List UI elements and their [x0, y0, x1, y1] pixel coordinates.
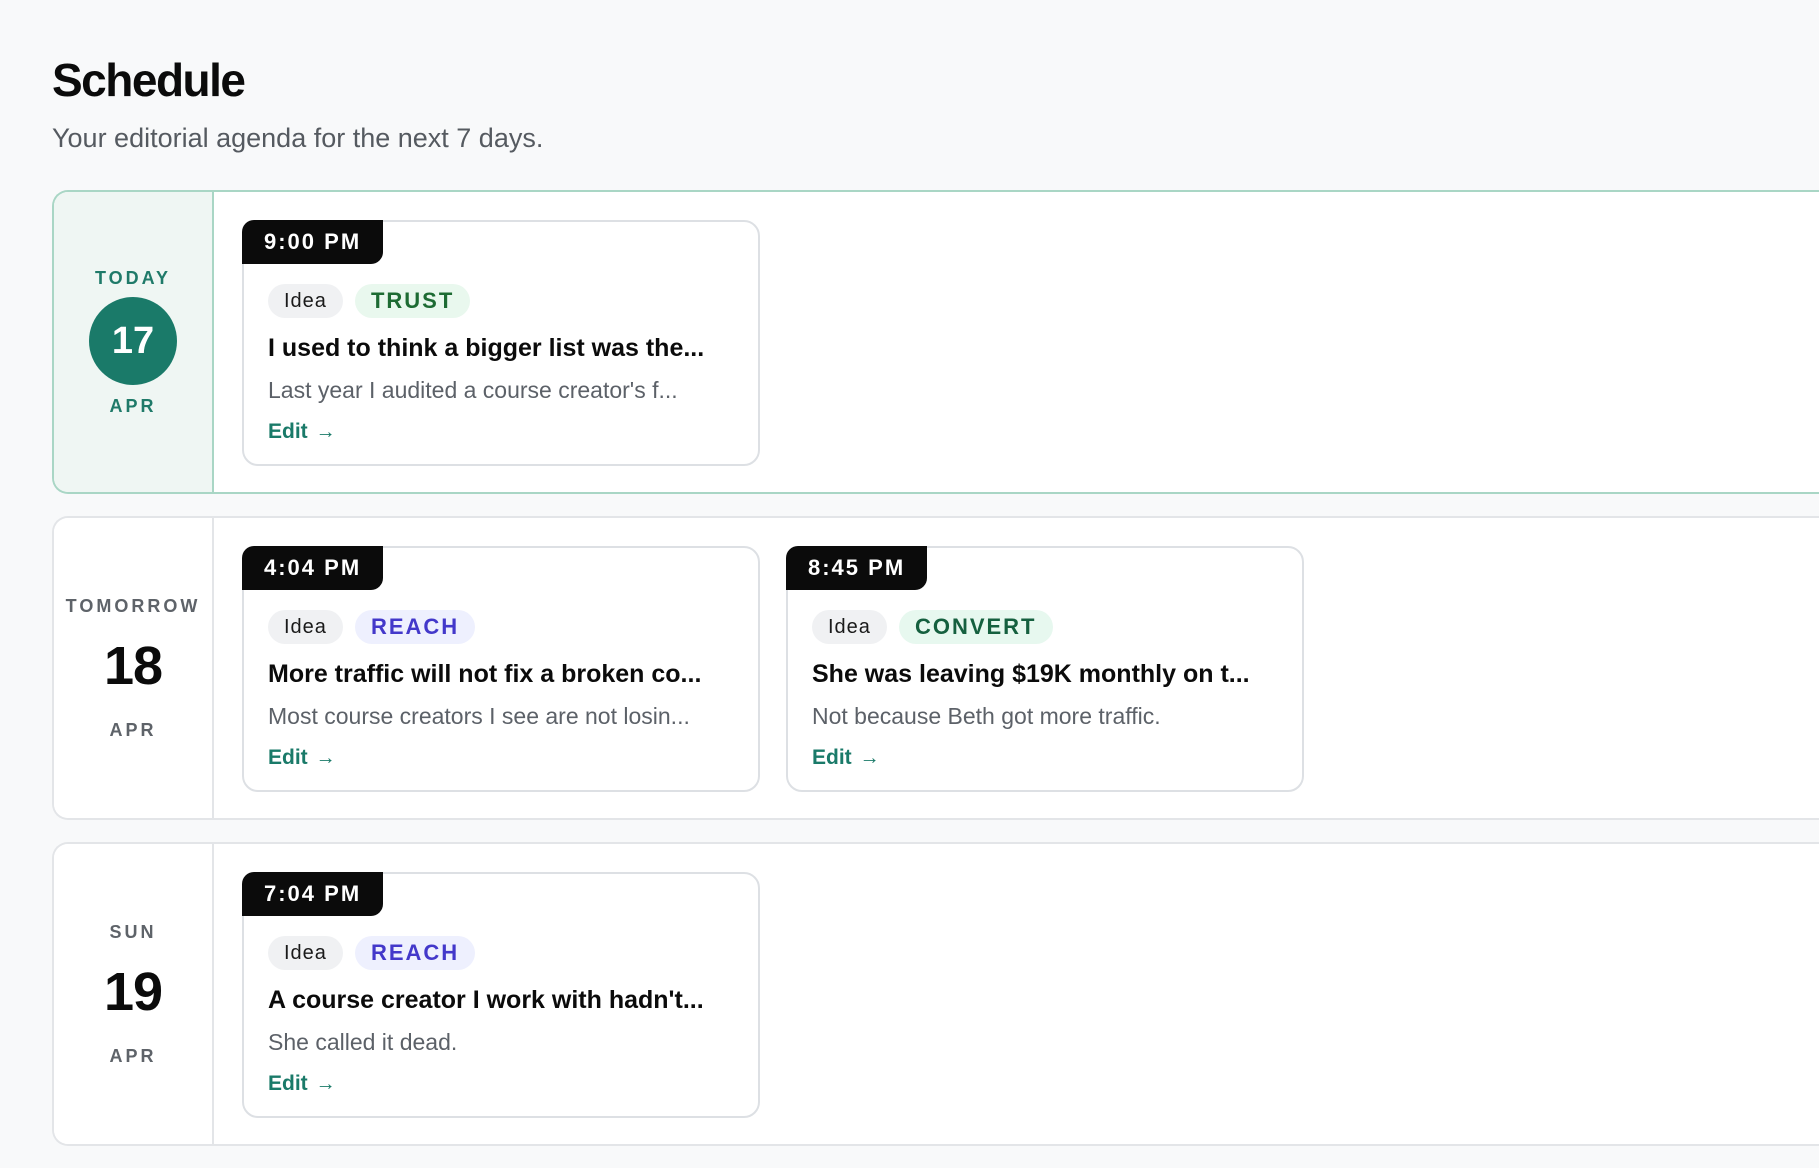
- tag-row: Idea REACH: [268, 610, 476, 644]
- date-label: TODAY: [94, 268, 172, 288]
- edit-link[interactable]: Edit →: [268, 418, 336, 446]
- day-row-sun: SUN 19 APR 7:04 PM Idea REACH A course c…: [52, 842, 1819, 1146]
- type-tag: Idea: [268, 936, 343, 970]
- today-date-badge: 17: [89, 297, 177, 385]
- type-tag: Idea: [268, 610, 343, 644]
- schedule-card[interactable]: 7:04 PM Idea REACH A course creator I wo…: [242, 872, 760, 1118]
- day-items: 7:04 PM Idea REACH A course creator I wo…: [214, 844, 760, 1144]
- time-badge: 4:04 PM: [242, 546, 384, 590]
- date-column: TOMORROW 18 APR: [54, 518, 214, 818]
- type-tag: Idea: [268, 284, 343, 318]
- schedule-card[interactable]: 9:00 PM Idea TRUST I used to think a big…: [242, 220, 760, 466]
- edit-label: Edit: [268, 420, 308, 443]
- page-title: Schedule: [52, 54, 246, 106]
- card-excerpt: Not because Beth got more traffic.: [812, 703, 1161, 729]
- schedule-card[interactable]: 4:04 PM Idea REACH More traffic will not…: [242, 546, 760, 792]
- card-title: More traffic will not fix a broken co...: [268, 660, 702, 688]
- card-title: I used to think a bigger list was the...: [268, 334, 705, 362]
- day-list: TODAY 17 APR 9:00 PM Idea TRUST I used t…: [52, 190, 1819, 1168]
- date-month: APR: [109, 1046, 157, 1066]
- time-badge: 7:04 PM: [242, 872, 384, 916]
- page-subtitle: Your editorial agenda for the next 7 day…: [52, 123, 544, 153]
- day-items: 9:00 PM Idea TRUST I used to think a big…: [214, 192, 760, 492]
- edit-link[interactable]: Edit →: [268, 744, 336, 772]
- date-column: TODAY 17 APR: [54, 192, 214, 492]
- day-items: 4:04 PM Idea REACH More traffic will not…: [214, 518, 1304, 818]
- category-tag-reach: REACH: [354, 610, 476, 644]
- time-badge: 9:00 PM: [242, 220, 384, 264]
- edit-link[interactable]: Edit →: [812, 744, 880, 772]
- date-number: 18: [103, 636, 163, 696]
- page-header: Schedule Your editorial agenda for the n…: [52, 50, 543, 156]
- date-month: APR: [109, 720, 157, 740]
- edit-link[interactable]: Edit →: [268, 1070, 336, 1098]
- edit-label: Edit: [268, 1072, 308, 1095]
- card-excerpt: Most course creators I see are not losin…: [268, 703, 690, 729]
- arrow-right-icon: →: [315, 1073, 336, 1095]
- tag-row: Idea TRUST: [268, 284, 471, 318]
- arrow-right-icon: →: [315, 421, 336, 443]
- edit-label: Edit: [812, 746, 852, 769]
- tag-row: Idea REACH: [268, 936, 476, 970]
- tag-row: Idea CONVERT: [812, 610, 1053, 644]
- card-excerpt: Last year I audited a course creator's f…: [268, 377, 678, 403]
- day-row-tomorrow: TOMORROW 18 APR 4:04 PM Idea REACH More …: [52, 516, 1819, 820]
- card-title: She was leaving $19K monthly on t...: [812, 660, 1250, 688]
- date-number: 19: [103, 962, 163, 1022]
- schedule-card[interactable]: 8:45 PM Idea CONVERT She was leaving $19…: [786, 546, 1304, 792]
- category-tag-trust: TRUST: [354, 284, 471, 318]
- date-label: TOMORROW: [65, 596, 201, 616]
- day-row-today: TODAY 17 APR 9:00 PM Idea TRUST I used t…: [52, 190, 1819, 494]
- arrow-right-icon: →: [315, 747, 336, 769]
- card-excerpt: She called it dead.: [268, 1029, 458, 1055]
- category-tag-convert: CONVERT: [898, 610, 1053, 644]
- date-label: SUN: [109, 922, 157, 942]
- category-tag-reach: REACH: [354, 936, 476, 970]
- card-title: A course creator I work with hadn't...: [268, 986, 704, 1014]
- edit-label: Edit: [268, 746, 308, 769]
- date-column: SUN 19 APR: [54, 844, 214, 1144]
- date-month: APR: [109, 396, 157, 416]
- time-badge: 8:45 PM: [786, 546, 928, 590]
- arrow-right-icon: →: [859, 747, 880, 769]
- type-tag: Idea: [812, 610, 887, 644]
